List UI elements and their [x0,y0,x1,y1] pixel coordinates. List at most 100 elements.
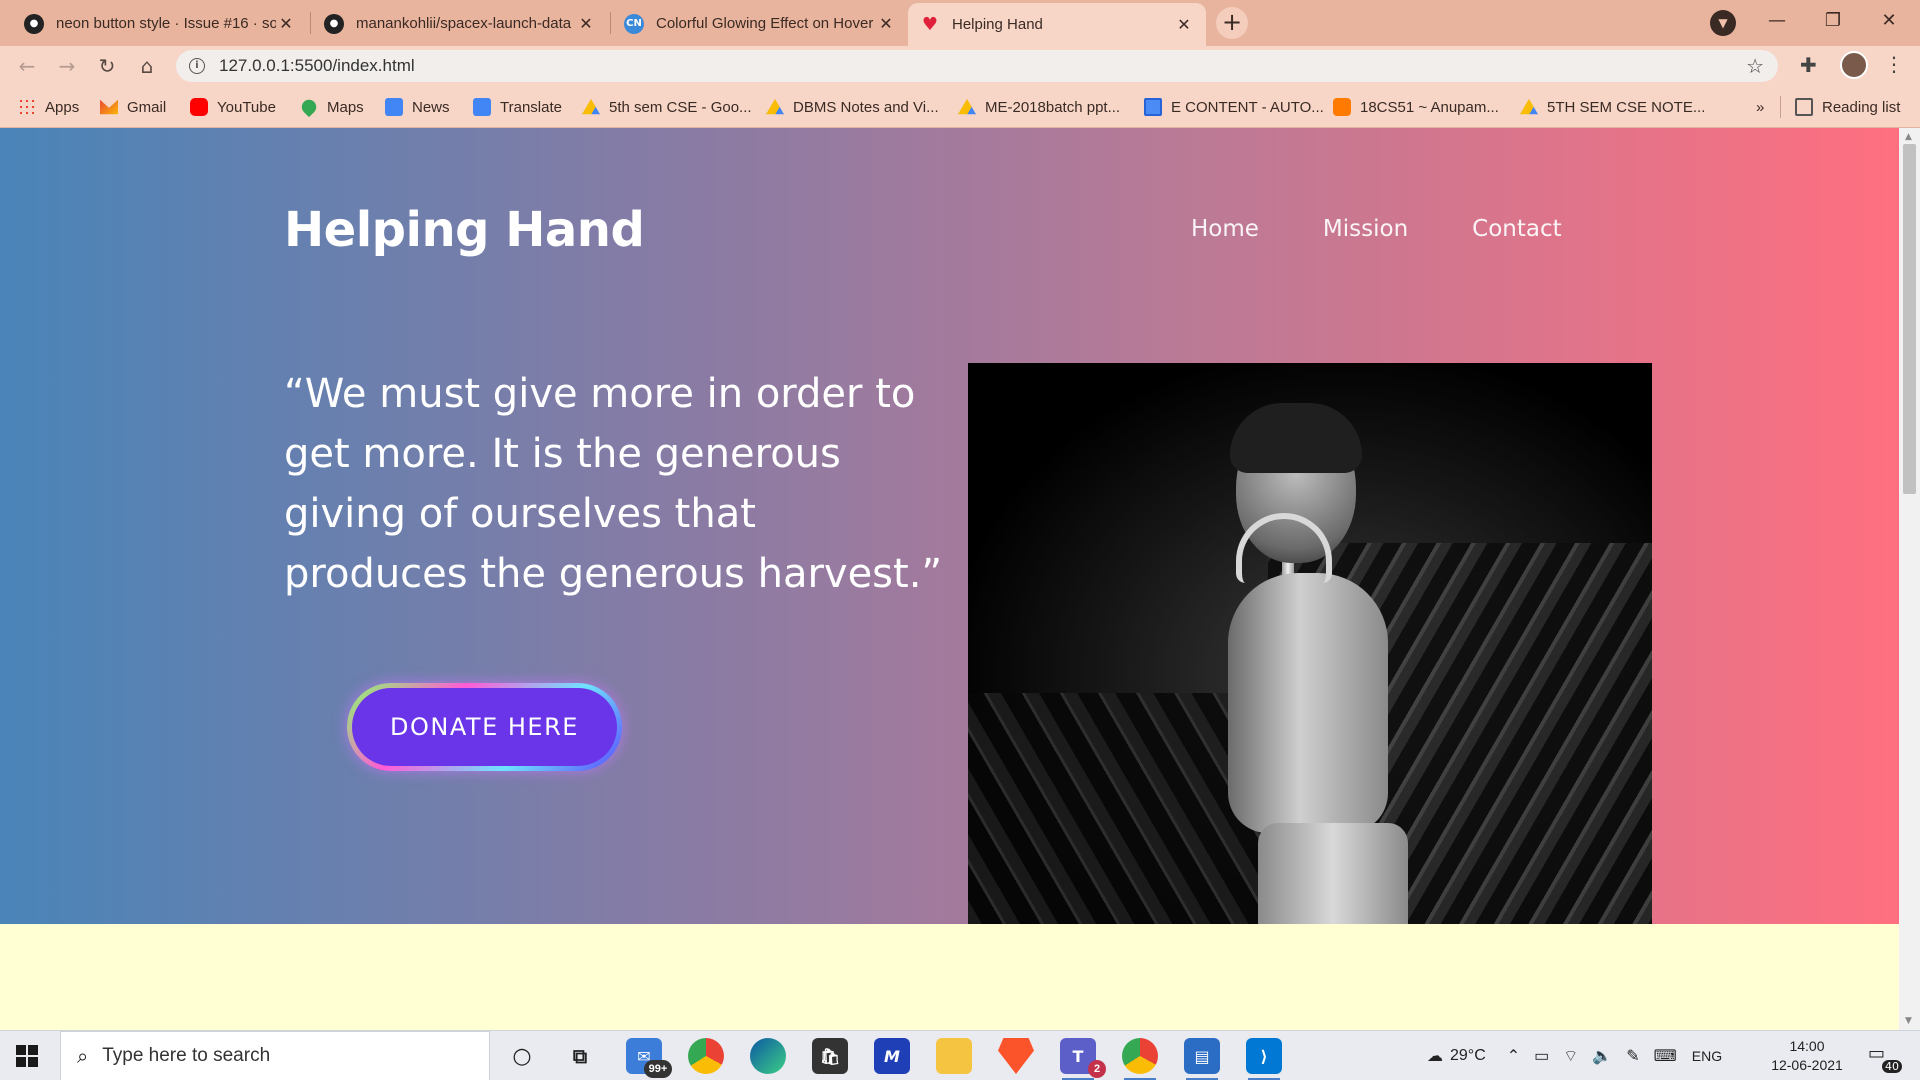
extensions-icon[interactable]: ✚ [1800,53,1817,77]
photo-child-body [1228,573,1388,833]
scroll-down-icon[interactable]: ▼ [1905,1016,1912,1026]
donate-button[interactable]: DONATE HERE [352,688,617,766]
bookmark-gmail[interactable]: Gmail [100,96,166,118]
notification-count: 40 [1882,1060,1902,1073]
edge-icon[interactable] [750,1038,786,1074]
photo-child-hair [1230,403,1362,473]
bookmark-translate[interactable]: Translate [473,96,562,118]
youtube-icon [190,98,208,116]
cortana-icon[interactable]: ○ [504,1038,540,1074]
address-bar[interactable]: i 127.0.0.1:5500/index.html ☆ [176,50,1778,82]
tab-title: manankohlii/spacex-launch-data [356,15,572,32]
chrome-active-icon[interactable] [1122,1038,1158,1080]
browser-toolbar: ← → ↻ ⌂ i 127.0.0.1:5500/index.html ☆ ✚ … [0,46,1920,86]
drive-icon [766,98,784,115]
weather-icon[interactable]: ☁ [1427,1046,1443,1066]
mail-badge: 99+ [644,1060,672,1078]
brave-icon[interactable] [998,1038,1034,1074]
tab-title: Helping Hand [952,16,1043,33]
bookmark-me-2018batch[interactable]: ME-2018batch ppt... [958,96,1120,118]
browser-menu-icon[interactable]: ⋮ [1884,52,1904,76]
hero-photo [968,363,1652,924]
tab-helping-hand[interactable]: ♥ Helping Hand ✕ [908,3,1206,46]
bookmark-label: Maps [327,98,364,116]
bookmark-news[interactable]: News [385,96,450,118]
close-icon[interactable]: ✕ [1174,15,1194,34]
bookmark-e-content[interactable]: E CONTENT - AUTO... [1144,96,1324,118]
close-icon[interactable]: ✕ [276,14,296,33]
notepad-icon[interactable]: ▤ [1184,1038,1220,1080]
language-indicator[interactable]: ENG [1692,1048,1722,1064]
reading-list-icon [1795,98,1813,116]
maps-icon [298,96,320,118]
tab-search-icon[interactable]: ▼ [1710,10,1736,36]
profile-avatar[interactable] [1840,51,1868,79]
app-m-icon[interactable]: M [874,1038,910,1074]
chevron-up-icon[interactable]: ⌃ [1507,1046,1520,1066]
tab-neon-button-issue[interactable]: ● neon button style · Issue #16 · so ✕ [12,5,308,42]
bookmark-maps[interactable]: Maps [298,96,364,118]
home-icon[interactable]: ⌂ [133,52,161,80]
nav-link-mission[interactable]: Mission [1323,216,1408,242]
gmail-icon [100,99,118,115]
store-icon[interactable]: 🛍 [812,1038,848,1074]
battery-icon[interactable]: ▭ [1534,1046,1549,1066]
nav-link-contact[interactable]: Contact [1472,216,1561,242]
keyboard-icon[interactable]: ⌨ [1654,1046,1677,1066]
forward-icon[interactable]: → [53,52,81,80]
teams-icon[interactable]: T2 [1060,1038,1106,1080]
bookmark-5th-sem-cse[interactable]: 5th sem CSE - Goo... [582,96,752,118]
reload-icon[interactable]: ↻ [93,52,121,80]
volume-icon[interactable]: 🔈 [1592,1046,1612,1066]
browser-chrome: ● neon button style · Issue #16 · so ✕ ●… [0,0,1920,128]
bookmark-label: Gmail [127,98,167,116]
weather-temp[interactable]: 29°C [1450,1047,1486,1065]
taskbar-clock[interactable]: 14:00 12-06-2021 [1762,1037,1852,1075]
close-icon[interactable]: ✕ [576,14,596,33]
bookmark-18cs51[interactable]: 18CS51 ~ Anupam... [1333,96,1499,118]
task-view-icon[interactable]: ⧉ [562,1038,598,1074]
bookmarks-overflow-button[interactable]: » [1756,96,1764,118]
pen-icon[interactable]: ✎ [1626,1046,1639,1066]
chrome-icon[interactable] [688,1038,724,1074]
mail-icon[interactable]: ✉ 99+ [626,1038,672,1078]
site-info-icon[interactable]: i [189,58,205,74]
minimize-icon[interactable]: — [1754,6,1800,36]
bookmark-dbms-notes[interactable]: DBMS Notes and Vi... [766,96,939,118]
tab-spacex-launch-data[interactable]: ● manankohlii/spacex-launch-data ✕ [312,5,608,42]
scrollbar-thumb[interactable] [1903,144,1916,494]
wifi-icon[interactable]: ⌔ [1563,1046,1578,1066]
cn-icon: CN [624,13,644,34]
tab-strip: ● neon button style · Issue #16 · so ✕ ●… [0,0,1920,46]
nav-link-home[interactable]: Home [1191,216,1259,242]
bookmark-5th-sem-cse-notes[interactable]: 5TH SEM CSE NOTE... [1520,96,1705,118]
bookmark-star-icon[interactable]: ☆ [1746,54,1764,78]
scroll-up-icon[interactable]: ▲ [1905,132,1912,142]
donate-button-glow: DONATE HERE [347,683,622,771]
site-logo[interactable]: Helping Hand [284,202,645,258]
photo-child-shorts [1258,823,1408,924]
tab-colorful-glowing-effect[interactable]: CN Colorful Glowing Effect on Hover ✕ [612,5,908,42]
window-close-icon[interactable]: ✕ [1866,6,1912,36]
tab-separator [310,12,311,34]
bookmark-label: Apps [45,98,80,116]
bookmark-apps[interactable]: Apps [18,96,79,118]
close-icon[interactable]: ✕ [876,14,896,33]
clock-date: 12-06-2021 [1771,1057,1843,1073]
back-icon[interactable]: ← [13,52,41,80]
bookmark-youtube[interactable]: YouTube [190,96,276,118]
windows-start-icon[interactable] [16,1045,38,1067]
tab-title: Colorful Glowing Effect on Hover [656,15,874,32]
restore-icon[interactable]: ❐ [1810,6,1856,36]
reading-list-button[interactable]: Reading list [1780,96,1900,118]
new-tab-button[interactable]: + [1216,7,1248,39]
vscode-icon[interactable]: ⟩ [1246,1038,1282,1080]
heart-icon: ♥ [921,14,939,35]
blogger-icon [1333,98,1351,116]
github-icon: ● [24,13,44,34]
file-explorer-icon[interactable] [936,1038,972,1074]
system-tray: ☁ 29°C ⌃ ▭ ⌔ 🔈 ✎ ⌨ ENG [1420,1031,1722,1080]
notification-center-icon[interactable]: ▭ 40 [1868,1043,1902,1073]
page-scrollbar[interactable]: ▲ ▼ [1899,128,1920,1030]
taskbar-search-input[interactable]: ⌕ Type here to search [60,1031,490,1080]
